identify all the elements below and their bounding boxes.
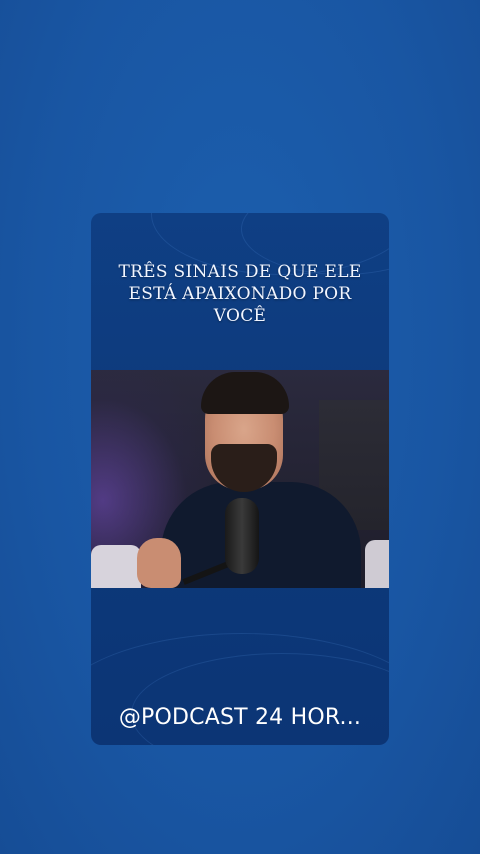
couch: [365, 540, 389, 588]
couch: [91, 545, 141, 588]
channel-handle[interactable]: @PODCAST 24 HOR...: [91, 705, 389, 730]
post-title: TRÊS SINAIS DE QUE ELE ESTÁ APAIXONADO P…: [91, 261, 389, 327]
post-title-line: TRÊS SINAIS DE QUE ELE: [118, 262, 362, 282]
video-frame[interactable]: [91, 370, 389, 588]
story-page: TRÊS SINAIS DE QUE ELE ESTÁ APAIXONADO P…: [0, 0, 480, 854]
speaker-body: [161, 482, 361, 588]
post-card[interactable]: TRÊS SINAIS DE QUE ELE ESTÁ APAIXONADO P…: [91, 213, 389, 745]
microphone-icon: [225, 498, 259, 574]
post-title-line: VOCÊ: [213, 306, 267, 326]
speaker-hand: [137, 538, 181, 588]
speaker-hair: [201, 372, 289, 414]
post-title-line: ESTÁ APAIXONADO POR: [128, 284, 352, 304]
